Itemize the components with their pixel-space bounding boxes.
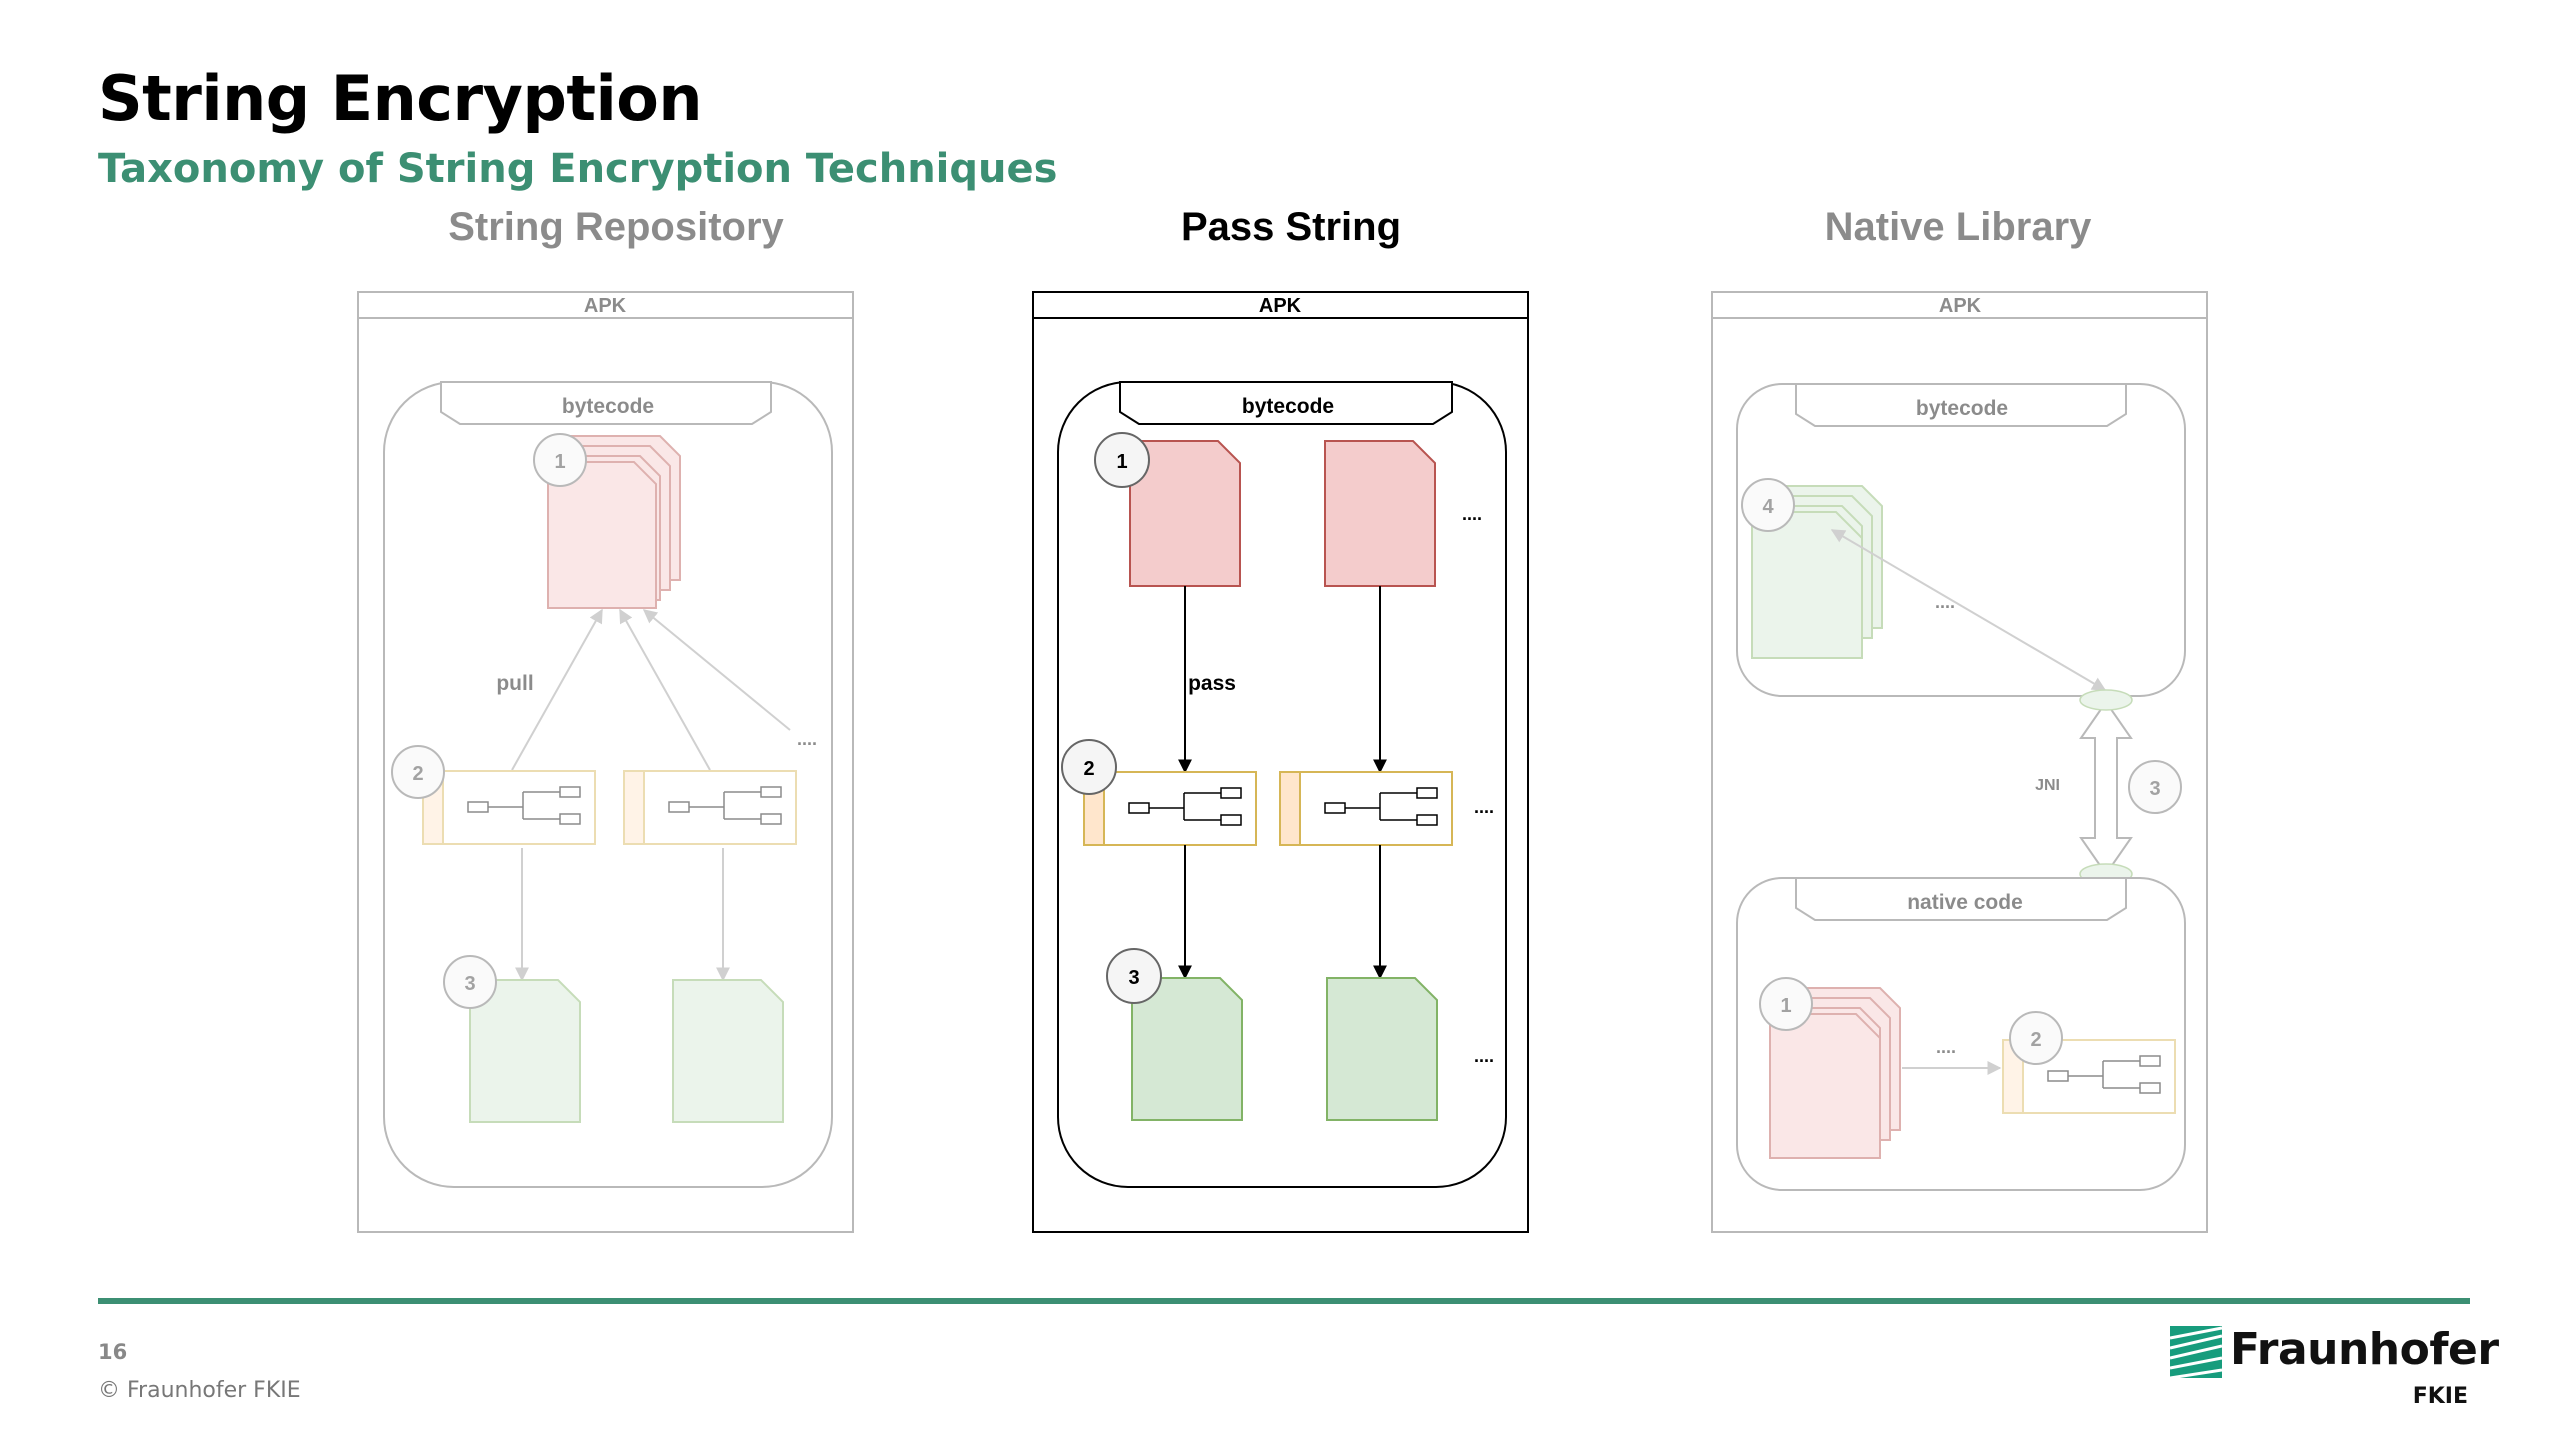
step-badge: 4 — [1741, 478, 1795, 532]
bytecode-label: bytecode — [562, 395, 654, 418]
panel-heading: Pass String — [1181, 205, 1401, 249]
apk-label: APK — [1939, 295, 1982, 317]
svg-text:3: 3 — [2149, 778, 2160, 800]
footer-divider — [98, 1298, 2470, 1304]
ellipsis: .... — [797, 729, 817, 749]
svg-text:1: 1 — [1780, 995, 1791, 1017]
svg-text:3: 3 — [464, 973, 475, 995]
arrow-label: pull — [496, 672, 533, 695]
svg-text:1: 1 — [554, 451, 565, 473]
svg-text:3: 3 — [1128, 967, 1139, 989]
ellipsis: .... — [1474, 1046, 1494, 1066]
step-badge: 1 — [1759, 977, 1813, 1031]
step-badge: 3 — [1106, 948, 1162, 1004]
encrypted-string-doc — [1324, 440, 1436, 587]
svg-text:1: 1 — [1116, 451, 1127, 473]
bytecode-label: bytecode — [1242, 395, 1334, 418]
arrow-label: pass — [1188, 672, 1236, 695]
step-badge: 1 — [533, 433, 587, 487]
step-badge: 3 — [443, 955, 497, 1009]
ellipsis: .... — [1935, 592, 1955, 612]
step-badge: 1 — [1094, 432, 1150, 488]
panel-heading: String Repository — [448, 205, 784, 249]
fraunhofer-logo-icon — [2170, 1326, 2222, 1378]
method-box — [1279, 771, 1453, 846]
svg-text:2: 2 — [412, 763, 423, 785]
jni-label: JNI — [2035, 777, 2060, 794]
svg-text:2: 2 — [1083, 758, 1094, 780]
copyright-notice: © Fraunhofer FKIE — [98, 1378, 301, 1403]
ellipsis: .... — [1474, 797, 1494, 817]
step-badge: 3 — [2128, 760, 2182, 814]
decrypted-string-doc — [672, 979, 784, 1123]
panel-heading: Native Library — [1825, 205, 2093, 249]
apk-label: APK — [1259, 295, 1302, 317]
logo-unit: FKIE — [2412, 1384, 2468, 1409]
method-box — [623, 770, 797, 845]
logo-name: Fraunhofer — [2230, 1324, 2499, 1375]
taxonomy-diagram: String Repository APK bytecode 1 pull ..… — [357, 205, 2208, 1233]
step-badge: 2 — [1061, 739, 1117, 795]
ellipsis: .... — [1936, 1037, 1956, 1057]
decrypted-string-doc — [1326, 977, 1438, 1121]
step-badge: 2 — [391, 745, 445, 799]
method-box — [422, 770, 596, 845]
fraunhofer-logo: Fraunhofer FKIE — [2170, 1324, 2499, 1416]
apk-label: APK — [584, 295, 627, 317]
page-number: 16 — [98, 1340, 128, 1364]
svg-text:4: 4 — [1762, 496, 1774, 518]
bytecode-label: bytecode — [1916, 397, 2008, 420]
step-badge: 2 — [2009, 1011, 2063, 1065]
svg-text:2: 2 — [2030, 1029, 2041, 1051]
native-code-label: native code — [1907, 891, 2023, 914]
panel-pass-string: Pass String APK bytecode 1 .... pass 2 .… — [1032, 205, 1529, 1233]
ellipsis: .... — [1462, 504, 1482, 524]
panel-native-library: Native Library APK bytecode 4 .... JNI 3… — [1711, 205, 2208, 1233]
panel-string-repository: String Repository APK bytecode 1 pull ..… — [357, 205, 854, 1233]
